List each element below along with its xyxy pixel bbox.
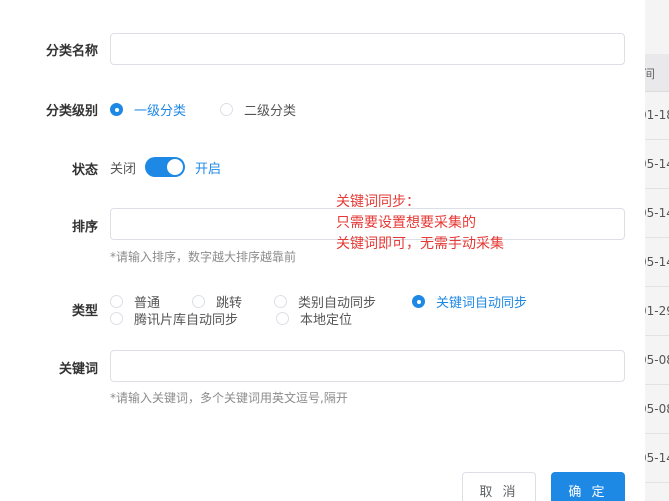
radio-type-tencent-sync[interactable]: 腾讯片库自动同步 xyxy=(110,309,238,328)
cancel-button[interactable]: 取 消 xyxy=(462,472,536,501)
table-row: 01-29 xyxy=(645,288,669,336)
type-label: 类型 xyxy=(71,304,98,319)
annotation-line: 关键词同步： xyxy=(336,194,420,210)
category-name-label: 分类名称 xyxy=(45,44,98,59)
keyword-sync-annotation: 关键词同步： 只需要设置想要采集的 关键词即可，无需手动采集 xyxy=(336,192,504,255)
radio-label: 腾讯片库自动同步 xyxy=(134,313,239,328)
radio-label: 本地定位 xyxy=(300,313,353,328)
table-cell: 05-14 xyxy=(645,451,669,465)
radio-dot xyxy=(192,295,205,308)
radio-dot xyxy=(412,295,425,308)
radio-dot xyxy=(220,103,233,116)
sort-label: 排序 xyxy=(71,220,98,235)
background-table-header: 间 xyxy=(645,54,669,92)
radio-type-local[interactable]: 本地定位 xyxy=(276,309,352,328)
radio-dot xyxy=(110,312,123,325)
table-row: 01-18 xyxy=(645,92,669,140)
category-level-label: 分类级别 xyxy=(45,104,98,119)
table-row: 05-14 xyxy=(645,141,669,189)
radio-level-first[interactable]: 一级分类 xyxy=(110,100,186,119)
annotation-line: 关键词即可，无需手动采集 xyxy=(336,236,504,252)
background-table: 间 01-18 05-14 05-14 05-14 01-29 05-08 05… xyxy=(645,0,669,501)
table-row: 05-14 xyxy=(645,239,669,287)
page: 间 01-18 05-14 05-14 05-14 01-29 05-08 05… xyxy=(0,0,669,501)
category-name-field xyxy=(110,33,625,65)
radio-dot xyxy=(274,295,287,308)
keywords-label: 关键词 xyxy=(58,362,98,377)
status-switch-group: 关闭 开启 xyxy=(110,157,221,177)
table-cell: 05-14 xyxy=(645,157,669,171)
keywords-field xyxy=(110,350,625,382)
category-name-input[interactable] xyxy=(111,34,624,64)
table-row: 05-08 xyxy=(645,386,669,434)
table-cell: 01-18 xyxy=(645,108,669,122)
radio-label: 一级分类 xyxy=(134,104,187,119)
table-cell: 05-14 xyxy=(645,255,669,269)
radio-dot xyxy=(276,312,289,325)
radio-type-keyword-sync[interactable]: 关键词自动同步 xyxy=(412,292,527,311)
switch-off-label: 关闭 xyxy=(110,161,137,177)
status-label: 状态 xyxy=(71,163,98,178)
confirm-button[interactable]: 确 定 xyxy=(551,472,625,501)
keywords-help-text: *请输入关键词，多个关键词用英文逗号,隔开 xyxy=(110,391,348,405)
background-table-header-label: 间 xyxy=(645,67,656,81)
switch-knob xyxy=(167,159,184,175)
radio-dot xyxy=(110,295,123,308)
table-row: 05-14 xyxy=(645,190,669,238)
table-cell: 01-29 xyxy=(645,304,669,318)
radio-level-second[interactable]: 二级分类 xyxy=(220,100,296,119)
radio-label: 二级分类 xyxy=(244,104,297,119)
keywords-input[interactable] xyxy=(111,351,624,381)
status-switch[interactable] xyxy=(145,157,186,177)
sort-help-text: *请输入排序，数字越大排序越靠前 xyxy=(110,250,297,264)
radio-dot xyxy=(110,103,123,116)
table-row: 05-08 xyxy=(645,337,669,385)
annotation-line: 只需要设置想要采集的 xyxy=(336,215,476,231)
switch-on-label: 开启 xyxy=(195,161,222,177)
table-cell: 05-08 xyxy=(645,353,669,367)
radio-label: 关键词自动同步 xyxy=(436,296,528,311)
table-cell: 05-14 xyxy=(645,206,669,220)
table-row: 05-14 xyxy=(645,435,669,483)
category-dialog: 分类名称 分类级别 一级分类 二级分类 状态 关闭 开启 排序 *请输入排序，数… xyxy=(0,0,645,501)
table-cell: 05-08 xyxy=(645,402,669,416)
